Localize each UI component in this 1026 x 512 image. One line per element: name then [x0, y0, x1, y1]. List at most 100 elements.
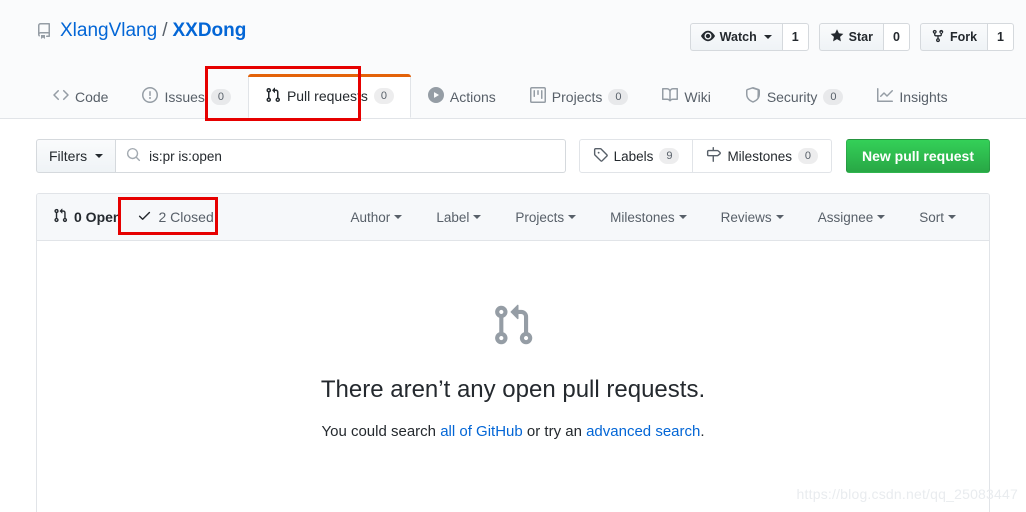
- repo-book-icon: [36, 23, 52, 39]
- pull-requests-table-header: 0 Open 2 Closed Author Label Projects Mi…: [37, 194, 989, 241]
- tab-wiki[interactable]: Wiki: [645, 74, 727, 118]
- sort-dropdown[interactable]: Sort: [902, 210, 973, 225]
- watch-button[interactable]: Watch: [689, 23, 782, 51]
- tab-pull-requests[interactable]: Pull requests 0: [247, 74, 411, 118]
- milestones-label: Milestones: [727, 148, 792, 164]
- star-button[interactable]: Star: [818, 23, 883, 51]
- graph-icon: [877, 87, 894, 106]
- filters-label: Filters: [49, 148, 88, 164]
- eye-icon: [700, 29, 715, 46]
- projects-dropdown[interactable]: Projects: [498, 210, 593, 225]
- fork-label: Fork: [949, 30, 978, 44]
- open-count-label: 0 Open: [74, 209, 122, 225]
- open-pull-requests-filter[interactable]: 0 Open: [53, 208, 121, 226]
- labels-button[interactable]: Labels 9: [578, 139, 694, 173]
- check-icon: [137, 208, 152, 226]
- fork-icon: [931, 29, 945, 46]
- blankslate-sub-prefix: You could search: [321, 423, 441, 441]
- assignee-dropdown-label: Assignee: [817, 209, 874, 225]
- blankslate: There aren’t any open pull requests. You…: [37, 241, 989, 440]
- repo-owner-link[interactable]: XlangVlang: [60, 20, 157, 42]
- repo-header: XlangVlang / XXDong Watch 1 Star 0 Fork …: [0, 0, 1026, 74]
- reviews-dropdown-label: Reviews: [720, 209, 772, 225]
- chevron-down-icon: [568, 215, 577, 219]
- repo-social-actions: Watch 1 Star 0 Fork 1: [680, 23, 1014, 51]
- play-icon: [427, 87, 444, 106]
- milestones-dropdown[interactable]: Milestones: [593, 210, 704, 225]
- pull-requests-table: 0 Open 2 Closed Author Label Projects Mi…: [36, 193, 990, 512]
- watch-button-group: Watch 1: [689, 23, 809, 51]
- filters-dropdown-button[interactable]: Filters: [36, 139, 117, 173]
- project-board-icon: [529, 87, 546, 106]
- repo-name-link[interactable]: XXDong: [172, 20, 246, 42]
- issue-opened-icon: [142, 87, 159, 106]
- tab-actions[interactable]: Actions: [411, 74, 513, 118]
- tab-insights-label: Insights: [899, 88, 948, 105]
- tag-icon: [593, 147, 608, 165]
- reviews-dropdown[interactable]: Reviews: [704, 210, 801, 225]
- labels-label: Labels: [613, 148, 654, 164]
- chevron-down-icon: [948, 215, 956, 219]
- star-label: Star: [848, 30, 873, 44]
- chevron-down-icon: [473, 215, 482, 219]
- watch-label: Watch: [719, 30, 757, 44]
- tab-actions-label: Actions: [449, 88, 496, 105]
- fork-button-group: Fork 1: [919, 23, 1014, 51]
- new-pull-request-button[interactable]: New pull request: [845, 139, 990, 173]
- tab-security-count: 0: [823, 88, 844, 105]
- repo-nav-bar: Code Issues 0 Pull requests 0 Actions Pr…: [0, 74, 1026, 119]
- state-filter-links: 0 Open 2 Closed: [53, 208, 214, 226]
- chevron-down-icon: [678, 215, 687, 219]
- star-count[interactable]: 0: [883, 23, 910, 51]
- breadcrumb-separator: /: [162, 20, 168, 41]
- labels-milestones-group: Labels 9 Milestones 0: [578, 139, 832, 173]
- tab-pull-requests-label: Pull requests: [286, 88, 368, 104]
- blankslate-heading: There aren’t any open pull requests.: [320, 376, 706, 403]
- shield-icon: [745, 87, 761, 106]
- all-of-github-link[interactable]: all of GitHub: [440, 423, 523, 440]
- blankslate-sub-suffix: .: [700, 423, 705, 441]
- tab-issues[interactable]: Issues 0: [125, 74, 247, 118]
- star-icon: [830, 28, 844, 46]
- chevron-down-icon: [877, 215, 886, 219]
- projects-dropdown-label: Projects: [515, 209, 565, 225]
- tab-wiki-label: Wiki: [684, 88, 711, 105]
- sort-dropdown-label: Sort: [919, 209, 944, 225]
- milestones-button[interactable]: Milestones 0: [693, 139, 832, 173]
- tab-code[interactable]: Code: [36, 74, 125, 118]
- label-dropdown-label: Label: [436, 209, 470, 225]
- advanced-search-link[interactable]: advanced search: [586, 423, 700, 440]
- issues-filter-bar: Filters is:pr is:open Labels 9 Milestone…: [36, 139, 990, 173]
- repo-nav: Code Issues 0 Pull requests 0 Actions Pr…: [36, 73, 965, 118]
- closed-count-label: 2 Closed: [158, 209, 214, 225]
- chevron-down-icon: [763, 35, 772, 39]
- tab-insights[interactable]: Insights: [860, 74, 964, 118]
- star-button-group: Star 0: [818, 23, 910, 51]
- search-input[interactable]: is:pr is:open: [116, 139, 567, 173]
- chevron-down-icon: [775, 215, 784, 219]
- chevron-down-icon: [394, 215, 403, 219]
- chevron-down-icon: [95, 154, 104, 158]
- label-dropdown[interactable]: Label: [419, 210, 498, 225]
- watch-count[interactable]: 1: [781, 23, 809, 51]
- tab-issues-label: Issues: [164, 88, 205, 105]
- author-dropdown[interactable]: Author: [334, 210, 420, 225]
- git-pull-request-large-icon: [37, 303, 989, 352]
- search-icon: [126, 147, 141, 165]
- book-icon: [662, 87, 679, 106]
- tab-projects[interactable]: Projects 0: [513, 74, 646, 118]
- code-icon: [53, 87, 69, 106]
- assignee-dropdown[interactable]: Assignee: [801, 210, 903, 225]
- fork-count[interactable]: 1: [987, 23, 1014, 51]
- tab-security[interactable]: Security 0: [728, 74, 861, 118]
- milestones-dropdown-label: Milestones: [610, 209, 675, 225]
- fork-button[interactable]: Fork: [919, 23, 988, 51]
- author-dropdown-label: Author: [350, 209, 391, 225]
- milestone-icon: [706, 147, 722, 165]
- tab-projects-label: Projects: [551, 88, 603, 105]
- closed-pull-requests-filter[interactable]: 2 Closed: [137, 208, 214, 226]
- watermark: https://blog.csdn.net/qq_25083447: [796, 486, 1018, 502]
- blankslate-subtext: You could search all of GitHub or try an…: [37, 423, 989, 440]
- search-input-value: is:pr is:open: [149, 148, 222, 164]
- blankslate-sub-middle: or try an: [522, 423, 587, 441]
